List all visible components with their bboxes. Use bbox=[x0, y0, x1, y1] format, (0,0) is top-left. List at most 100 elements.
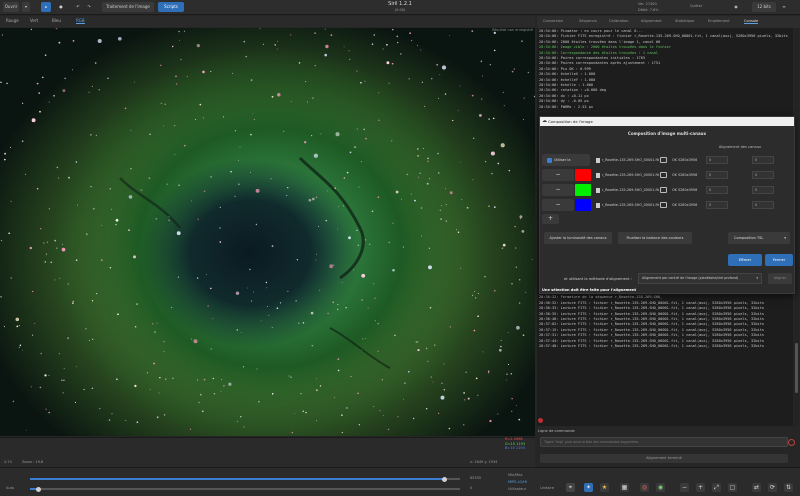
red-value: R=2 2098 bbox=[505, 437, 523, 441]
frame-counter: 2:74 bbox=[4, 460, 12, 464]
mirror-icon[interactable]: ⇅ bbox=[784, 483, 793, 492]
remove-channel-button[interactable]: − bbox=[542, 199, 574, 211]
add-channel-button[interactable]: + bbox=[542, 214, 559, 224]
console-line: 20:37:02: Lecture FITS : fichier r_Roset… bbox=[539, 322, 765, 327]
bit-depth-select[interactable]: 12 bits bbox=[752, 2, 776, 12]
image-processing-menu[interactable]: Traitement de l'image bbox=[102, 2, 154, 12]
zoom-in-icon[interactable]: + bbox=[696, 483, 705, 492]
mips-option[interactable]: MIPS-LO/HI bbox=[508, 480, 527, 484]
rotate-icon[interactable]: ⟳ bbox=[768, 483, 777, 492]
unsaved-result-label: Résultat non enregistré bbox=[492, 28, 533, 32]
color-swatch[interactable] bbox=[575, 184, 591, 196]
flip-icon[interactable]: ⇄ bbox=[752, 483, 761, 492]
zoom-out-icon[interactable]: − bbox=[680, 483, 689, 492]
cursor-coords: x: 2849 y: 1934 bbox=[470, 460, 498, 464]
open-file-icon[interactable] bbox=[660, 172, 667, 178]
align-button[interactable]: Aligner bbox=[768, 273, 792, 284]
user-option[interactable]: Utilisateur bbox=[508, 487, 526, 491]
reticle-icon[interactable]: ⌖ bbox=[566, 483, 575, 492]
record-icon[interactable]: ● bbox=[56, 2, 66, 12]
menu-icon[interactable]: ≡ bbox=[780, 2, 788, 12]
channel-file[interactable]: r_Rosette-135-269-SHO_00001.fit bbox=[596, 169, 661, 181]
low-slider[interactable] bbox=[30, 486, 460, 492]
command-input[interactable] bbox=[540, 437, 788, 447]
wand-icon[interactable]: ✦ bbox=[584, 483, 593, 492]
minmax-option[interactable]: Min/Max bbox=[508, 473, 523, 477]
channel-file[interactable]: r_Rosette-135-269-SHO_00001.fit bbox=[596, 184, 661, 196]
help-icon[interactable] bbox=[788, 439, 795, 446]
circle-icon[interactable]: ◉ bbox=[656, 483, 665, 492]
color-swatch[interactable] bbox=[575, 199, 591, 211]
tab-blue[interactable]: Bleu bbox=[52, 18, 61, 23]
image-channel-tabs: Rouge Vert Bleu RGB bbox=[0, 16, 535, 27]
tab-console[interactable]: Console bbox=[744, 19, 759, 24]
channel-status: OK 5280x3956 bbox=[672, 173, 698, 177]
display-mode-select[interactable]: Linéaire bbox=[540, 486, 554, 490]
y-offset-field[interactable]: 0 bbox=[752, 171, 774, 179]
exit-label[interactable]: Quitter bbox=[690, 4, 702, 8]
tab-red[interactable]: Rouge bbox=[6, 18, 19, 23]
alignment-method-select[interactable]: Alignement par centré de l'image (planét… bbox=[638, 273, 762, 284]
auto-option[interactable]: Auto bbox=[6, 486, 14, 490]
blue-value: B=15 1193 bbox=[505, 446, 525, 450]
remove-channel-button[interactable]: − bbox=[542, 184, 574, 196]
right-panel-tabs: Conversion Séquence Calibration Aligneme… bbox=[537, 16, 800, 28]
x-offset-field[interactable]: 0 bbox=[706, 156, 728, 164]
mem-info: Débit: 7.6% bbox=[638, 8, 659, 12]
remove-channel-button[interactable]: − bbox=[542, 169, 574, 181]
tab-stacking[interactable]: Empilement bbox=[708, 19, 730, 23]
console-line: 20:37:48: Lecture FITS : fichier r_Roset… bbox=[539, 344, 765, 348]
dialog-heading: Composition d'image multi-canaux bbox=[627, 131, 707, 136]
grid-icon[interactable]: ▦ bbox=[620, 483, 629, 492]
x-offset-field[interactable]: 0 bbox=[706, 186, 728, 194]
app-title: Siril 1.2.1 bbox=[388, 1, 412, 7]
open-button[interactable]: Ouvrir bbox=[3, 2, 19, 12]
close-button[interactable]: Fermer bbox=[765, 254, 793, 266]
app-icon: ☁ bbox=[542, 118, 547, 124]
y-offset-field[interactable]: 0 bbox=[752, 156, 774, 164]
tab-green[interactable]: Vert bbox=[30, 18, 38, 23]
adjust-luminosity-button[interactable]: Ajuster la luminosité des canaux bbox=[544, 232, 612, 244]
tab-rgb[interactable]: RGB bbox=[76, 18, 85, 24]
open-file-icon[interactable] bbox=[660, 157, 667, 163]
home-icon[interactable]: ⌂ bbox=[41, 2, 51, 12]
stop-icon[interactable] bbox=[538, 418, 543, 423]
color-swatch[interactable] bbox=[575, 169, 591, 181]
target-icon[interactable]: ◎ bbox=[640, 483, 649, 492]
selection-required-message: Une sélection doit être faite pour l'ali… bbox=[542, 288, 637, 292]
star-icon[interactable]: ★ bbox=[600, 483, 609, 492]
camera-icon[interactable]: ◉ bbox=[731, 2, 741, 12]
open-file-icon[interactable] bbox=[660, 202, 667, 208]
channel-row-lum: Utiliser la Luminance r_Rosette-135-269-… bbox=[540, 154, 794, 174]
y-offset-field[interactable]: 0 bbox=[752, 201, 774, 209]
alignment-done-button[interactable]: Alignement terminé bbox=[540, 454, 788, 463]
cpu-info: Ver. 27400 bbox=[638, 2, 657, 6]
image-viewport[interactable]: Résultat non enregistré bbox=[0, 28, 535, 436]
x-offset-field[interactable]: 0 bbox=[706, 171, 728, 179]
undo-icon[interactable]: ↶ bbox=[74, 2, 82, 12]
zoom-one-icon[interactable]: ▢ bbox=[728, 483, 737, 492]
tab-sequence[interactable]: Séquence bbox=[579, 19, 597, 23]
star-field bbox=[0, 28, 535, 434]
open-menu-chevron-icon[interactable]: ▾ bbox=[22, 2, 30, 12]
tab-statistics[interactable]: Statistique bbox=[675, 19, 694, 23]
scripts-menu[interactable]: Scripts bbox=[158, 2, 184, 12]
tab-alignment[interactable]: Alignement bbox=[641, 19, 662, 23]
redo-icon[interactable]: ↷ bbox=[85, 2, 93, 12]
clear-button[interactable]: Effacer bbox=[728, 254, 762, 266]
use-luminance-toggle[interactable]: Utiliser la Luminance bbox=[542, 154, 590, 174]
open-file-icon[interactable] bbox=[660, 187, 667, 193]
high-slider[interactable] bbox=[30, 476, 460, 482]
y-offset-field[interactable]: 0 bbox=[752, 186, 774, 194]
x-offset-field[interactable]: 0 bbox=[706, 201, 728, 209]
channel-status: OK 5280x3956 bbox=[672, 188, 698, 192]
channel-file[interactable]: r_Rosette-135-269-SHO_00001.fit bbox=[596, 154, 661, 166]
fit-icon[interactable]: ⤢ bbox=[712, 483, 721, 492]
composition-mode-select[interactable]: Composition TSL ▾ bbox=[728, 232, 790, 244]
channel-status: OK 5280x3956 bbox=[672, 158, 698, 162]
tab-calibration[interactable]: Calibration bbox=[609, 19, 629, 23]
rgb-readout: R=2 2098 G=15 1193 B=15 1193 bbox=[505, 437, 525, 451]
tab-conversion[interactable]: Conversion bbox=[543, 19, 563, 23]
channel-file[interactable]: r_Rosette-135-269-SHO_00001.fit bbox=[596, 199, 661, 211]
balance-colors-button[interactable]: Finaliser la balance des couleurs bbox=[618, 232, 692, 244]
